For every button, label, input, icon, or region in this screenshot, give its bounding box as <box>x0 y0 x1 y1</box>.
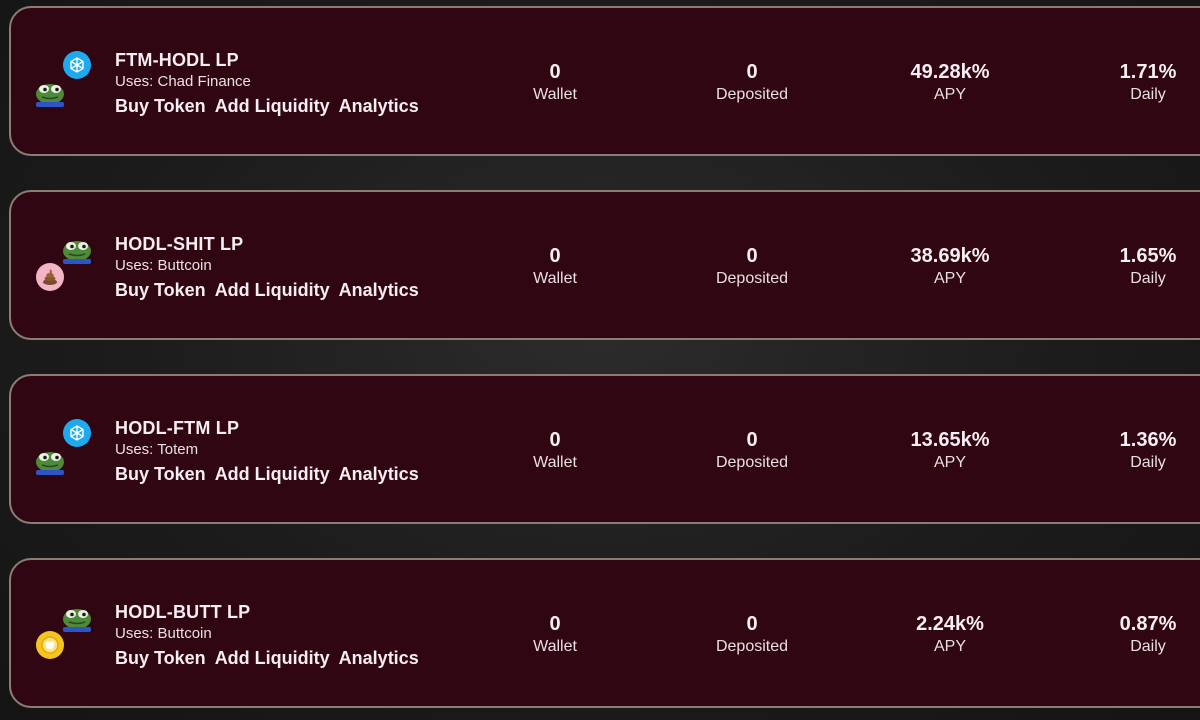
wallet-stat: 0 Wallet <box>495 427 615 473</box>
daily-value: 1.36% <box>1119 429 1177 451</box>
pool-uses-text: Uses: Chad Finance <box>115 73 251 90</box>
wallet-value: 0 <box>549 429 561 451</box>
deposited-stat: 0 Deposited <box>692 59 812 105</box>
daily-value: 1.65% <box>1119 245 1177 267</box>
deposited-label: Deposited <box>715 86 789 103</box>
buy-token-link[interactable]: Buy Token <box>115 464 206 484</box>
wallet-label: Wallet <box>533 86 577 103</box>
buy-token-link[interactable]: Buy Token <box>115 648 206 668</box>
daily-label: Daily <box>1130 270 1166 287</box>
pepe-frog-icon <box>36 84 64 107</box>
pool-card-hodl-butt[interactable]: HODL-BUTT LP Uses: Buttcoin Buy Token Add… <box>9 558 1200 708</box>
pool-info: HODL-FTM LP Uses: Totem Buy Token Add Liq… <box>115 417 428 488</box>
deposited-value: 0 <box>746 613 758 635</box>
pool-uses-text: Uses: Buttcoin <box>115 257 212 274</box>
deposited-label: Deposited <box>715 270 789 287</box>
apy-stat: 38.69k% APY <box>890 243 1010 289</box>
add-liquidity-link[interactable]: Add Liquidity <box>215 96 330 116</box>
deposited-stat: 0 Deposited <box>692 427 812 473</box>
pool-links: Buy Token Add Liquidity Analytics <box>115 278 428 304</box>
daily-label: Daily <box>1130 86 1166 103</box>
pool-links: Buy Token Add Liquidity Analytics <box>115 646 428 672</box>
pool-card-hodl-shit[interactable]: HODL-SHIT LP Uses: Buttcoin Buy Token Add… <box>9 190 1200 340</box>
daily-stat: 1.36% Daily <box>1088 427 1200 473</box>
daily-label: Daily <box>1130 638 1166 655</box>
wallet-label: Wallet <box>533 270 577 287</box>
pool-info: HODL-BUTT LP Uses: Buttcoin Buy Token Add… <box>115 601 428 672</box>
apy-value: 13.65k% <box>910 429 990 451</box>
daily-stat: 1.65% Daily <box>1088 243 1200 289</box>
token-pair-icons <box>33 230 95 292</box>
wallet-value: 0 <box>549 61 561 83</box>
apy-stat: 13.65k% APY <box>890 427 1010 473</box>
wallet-label: Wallet <box>533 638 577 655</box>
daily-stat: 0.87% Daily <box>1088 611 1200 657</box>
pool-uses-text: Uses: Buttcoin <box>115 625 212 642</box>
apy-label: APY <box>933 454 966 471</box>
pool-info: HODL-SHIT LP Uses: Buttcoin Buy Token Add… <box>115 233 428 304</box>
fantom-token-icon <box>63 419 91 447</box>
pool-name: HODL-BUTT LP <box>115 602 251 622</box>
apy-stat: 2.24k% APY <box>890 611 1010 657</box>
analytics-link[interactable]: Analytics <box>339 96 419 116</box>
deposited-value: 0 <box>746 245 758 267</box>
buttcoin-token-icon <box>36 631 64 659</box>
wallet-value: 0 <box>549 613 561 635</box>
add-liquidity-link[interactable]: Add Liquidity <box>215 464 330 484</box>
pool-uses-text: Uses: Totem <box>115 441 199 458</box>
daily-stat: 1.71% Daily <box>1088 59 1200 105</box>
apy-value: 2.24k% <box>916 613 984 635</box>
pepe-frog-icon <box>63 609 91 632</box>
pool-links: Buy Token Add Liquidity Analytics <box>115 462 428 488</box>
pool-card-ftm-hodl[interactable]: FTM-HODL LP Uses: Chad Finance Buy Token… <box>9 6 1200 156</box>
pepe-frog-icon <box>63 241 91 264</box>
apy-label: APY <box>933 638 966 655</box>
deposited-label: Deposited <box>715 454 789 471</box>
daily-value: 0.87% <box>1119 613 1177 635</box>
buy-token-link[interactable]: Buy Token <box>115 96 206 116</box>
wallet-stat: 0 Wallet <box>495 611 615 657</box>
fantom-token-icon <box>63 51 91 79</box>
add-liquidity-link[interactable]: Add Liquidity <box>215 280 330 300</box>
pool-name: HODL-FTM LP <box>115 418 240 438</box>
add-liquidity-link[interactable]: Add Liquidity <box>215 648 330 668</box>
token-pair-icons <box>33 414 95 476</box>
wallet-value: 0 <box>549 245 561 267</box>
daily-label: Daily <box>1130 454 1166 471</box>
analytics-link[interactable]: Analytics <box>339 648 419 668</box>
daily-value: 1.71% <box>1119 61 1177 83</box>
apy-stat: 49.28k% APY <box>890 59 1010 105</box>
token-pair-icons <box>33 46 95 108</box>
apy-value: 49.28k% <box>910 61 990 83</box>
wallet-stat: 0 Wallet <box>495 243 615 289</box>
deposited-value: 0 <box>746 61 758 83</box>
poop-token-icon <box>36 263 64 291</box>
buy-token-link[interactable]: Buy Token <box>115 280 206 300</box>
pepe-frog-icon <box>36 452 64 475</box>
pool-card-hodl-ftm[interactable]: HODL-FTM LP Uses: Totem Buy Token Add Liq… <box>9 374 1200 524</box>
apy-value: 38.69k% <box>910 245 990 267</box>
deposited-value: 0 <box>746 429 758 451</box>
wallet-label: Wallet <box>533 454 577 471</box>
deposited-label: Deposited <box>715 638 789 655</box>
token-pair-icons <box>33 598 95 660</box>
deposited-stat: 0 Deposited <box>692 611 812 657</box>
pool-name: FTM-HODL LP <box>115 50 239 70</box>
deposited-stat: 0 Deposited <box>692 243 812 289</box>
analytics-link[interactable]: Analytics <box>339 464 419 484</box>
wallet-stat: 0 Wallet <box>495 59 615 105</box>
pool-links: Buy Token Add Liquidity Analytics <box>115 94 428 120</box>
pool-info: FTM-HODL LP Uses: Chad Finance Buy Token… <box>115 49 428 120</box>
pool-list: FTM-HODL LP Uses: Chad Finance Buy Token… <box>9 6 1200 708</box>
analytics-link[interactable]: Analytics <box>339 280 419 300</box>
apy-label: APY <box>933 270 966 287</box>
apy-label: APY <box>933 86 966 103</box>
pool-name: HODL-SHIT LP <box>115 234 244 254</box>
